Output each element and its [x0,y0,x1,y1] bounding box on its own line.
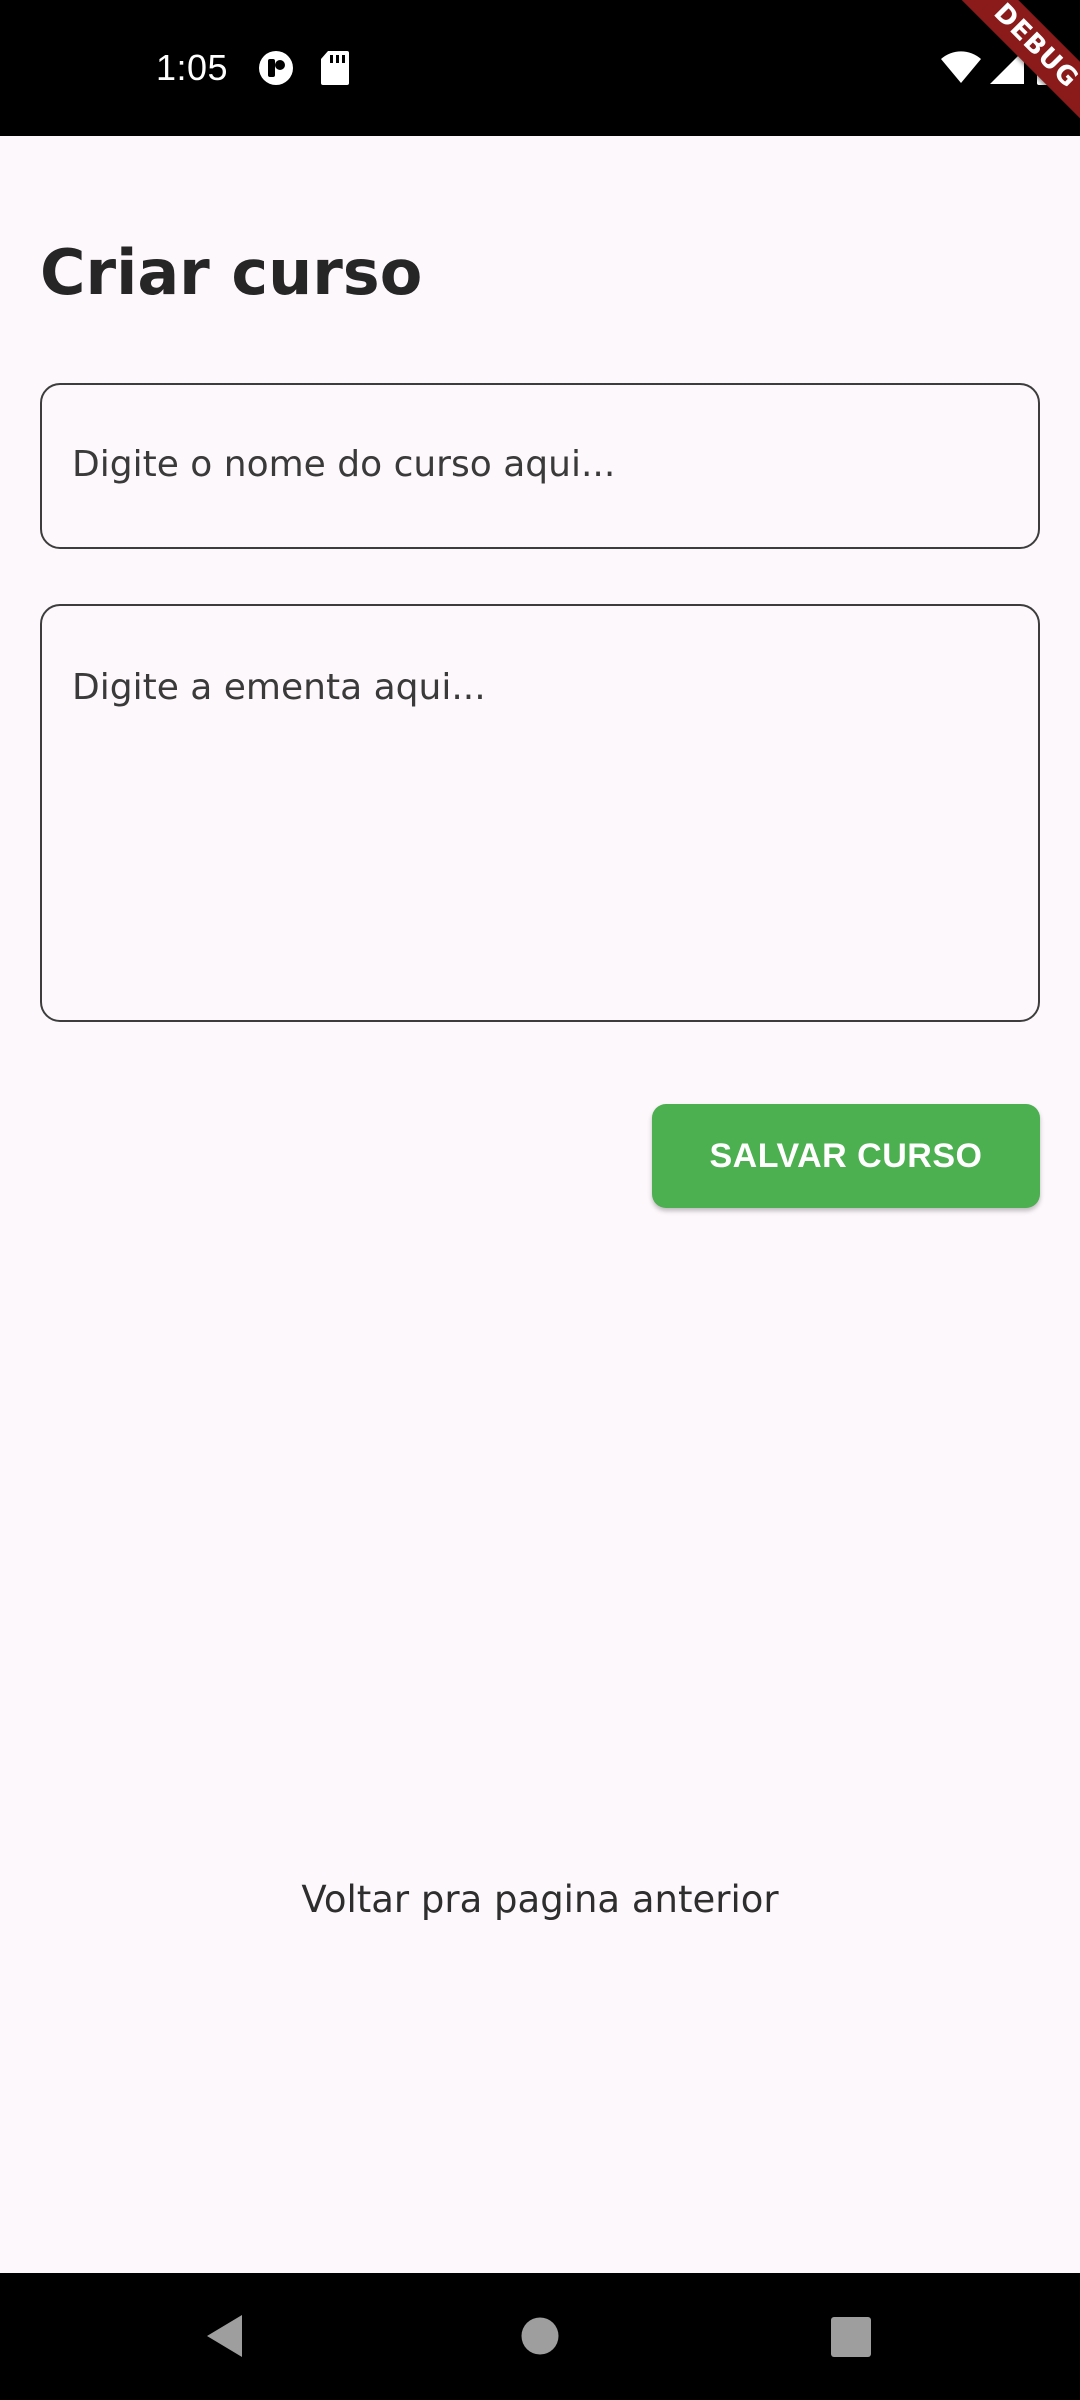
status-bar: 1:05 DEBUG [0,0,1080,136]
save-course-button[interactable]: SALVAR CURSO [652,1104,1040,1208]
recents-icon[interactable] [830,2317,872,2361]
wifi-icon [940,50,982,88]
page-title: Criar curso [40,236,423,309]
ementa-placeholder: Digite a ementa aqui... [72,667,486,708]
back-to-previous-page-link[interactable]: Voltar pra pagina anterior [0,1872,1080,1928]
notification-icon [258,50,294,90]
system-nav-bar [0,2273,1080,2400]
course-name-input[interactable]: Digite o nome do curso aqui... [40,383,1040,549]
home-icon[interactable] [521,2317,559,2359]
status-time: 1:05 [156,47,229,88]
course-name-placeholder: Digite o nome do curso aqui... [72,444,616,485]
sd-card-icon [320,50,350,90]
ementa-textarea[interactable]: Digite a ementa aqui... [40,604,1040,1022]
back-icon[interactable] [204,2313,244,2363]
